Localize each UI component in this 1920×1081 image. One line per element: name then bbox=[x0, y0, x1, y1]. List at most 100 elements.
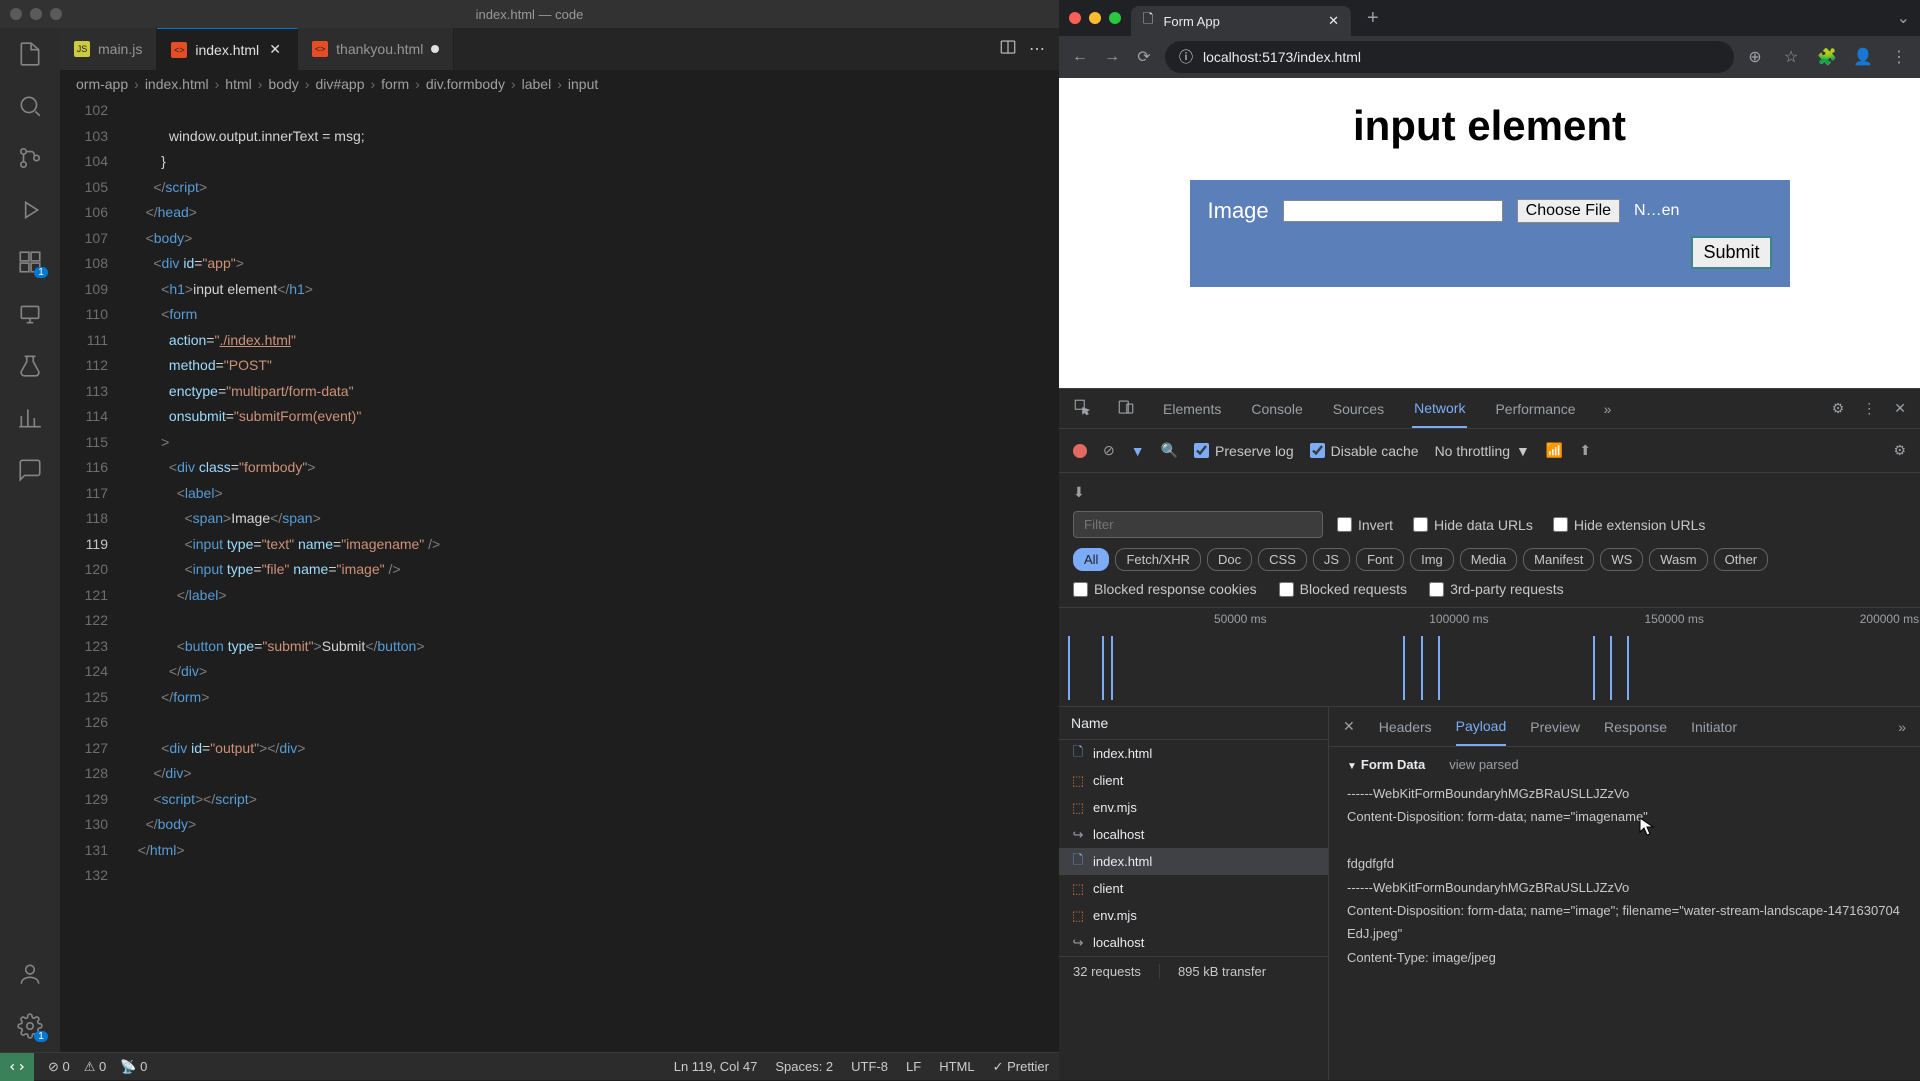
maximize-dot[interactable] bbox=[50, 8, 62, 20]
filter-pill-font[interactable]: Font bbox=[1356, 548, 1404, 571]
more-subtabs-icon[interactable]: » bbox=[1898, 719, 1906, 735]
breadcrumb-item[interactable]: div.formbody bbox=[426, 76, 505, 92]
block-check[interactable]: Blocked response cookies bbox=[1073, 581, 1257, 597]
filter-pill-media[interactable]: Media bbox=[1460, 548, 1517, 571]
graph-icon[interactable] bbox=[16, 404, 44, 432]
devtools-settings-icon[interactable]: ⚙ bbox=[1832, 400, 1845, 417]
export-icon[interactable]: ⬇ bbox=[1073, 484, 1085, 501]
breadcrumb-item[interactable]: label bbox=[522, 76, 552, 92]
encoding-status[interactable]: UTF-8 bbox=[851, 1059, 888, 1074]
maximize-button[interactable] bbox=[1109, 12, 1121, 24]
close-button[interactable] bbox=[1069, 12, 1081, 24]
network-settings-icon[interactable]: ⚙ bbox=[1893, 442, 1906, 459]
filter-check[interactable]: Hide data URLs bbox=[1413, 517, 1533, 533]
breadcrumb-item[interactable]: div#app bbox=[315, 76, 364, 92]
request-item[interactable]: 🗋index.html bbox=[1059, 848, 1328, 875]
tab-overflow-icon[interactable]: ⌄ bbox=[1897, 8, 1910, 28]
split-editor-icon[interactable] bbox=[999, 38, 1017, 61]
import-icon[interactable]: ⬆ bbox=[1579, 442, 1591, 459]
testing-icon[interactable] bbox=[16, 352, 44, 380]
devtools-tab-elements[interactable]: Elements bbox=[1161, 389, 1223, 428]
eol-status[interactable]: LF bbox=[906, 1059, 921, 1074]
back-button[interactable]: ← bbox=[1069, 46, 1091, 68]
ports-count[interactable]: 📡 0 bbox=[120, 1059, 147, 1075]
close-detail-icon[interactable]: ✕ bbox=[1343, 718, 1355, 735]
request-item[interactable]: ⬚env.mjs bbox=[1059, 902, 1328, 929]
breadcrumb[interactable]: orm-app›index.html›html›body›div#app›for… bbox=[60, 70, 1059, 98]
request-item[interactable]: ↪localhost bbox=[1059, 929, 1328, 956]
site-info-icon[interactable]: ⓘ bbox=[1179, 47, 1193, 67]
breadcrumb-item[interactable]: index.html bbox=[145, 76, 209, 92]
request-item[interactable]: ⬚client bbox=[1059, 875, 1328, 902]
explorer-icon[interactable] bbox=[16, 40, 44, 68]
code-content[interactable]: window.output.innerText = msg; } </scrip… bbox=[130, 98, 1059, 1052]
warnings-count[interactable]: ⚠ 0 bbox=[84, 1059, 107, 1075]
choose-file-button[interactable]: Choose File bbox=[1517, 199, 1620, 223]
close-tab-icon[interactable]: ✕ bbox=[1328, 13, 1339, 29]
editor-tab[interactable]: <>thankyou.html bbox=[298, 28, 454, 70]
subtab-response[interactable]: Response bbox=[1604, 707, 1667, 746]
prettier-status[interactable]: ✓ Prettier bbox=[993, 1059, 1049, 1075]
cursor-position[interactable]: Ln 119, Col 47 bbox=[674, 1059, 758, 1074]
subtab-payload[interactable]: Payload bbox=[1456, 707, 1507, 746]
filter-toggle-icon[interactable]: ▼ bbox=[1131, 443, 1145, 459]
filter-check[interactable]: Invert bbox=[1337, 517, 1393, 533]
account-icon[interactable] bbox=[16, 960, 44, 988]
indent-status[interactable]: Spaces: 2 bbox=[775, 1059, 833, 1074]
extensions-icon[interactable]: 🧩 bbox=[1816, 46, 1838, 68]
subtab-headers[interactable]: Headers bbox=[1379, 707, 1432, 746]
close-tab-icon[interactable]: ✕ bbox=[267, 42, 283, 58]
devtools-tab-sources[interactable]: Sources bbox=[1331, 389, 1386, 428]
code-editor[interactable]: 1021031041051061071081091101111121131141… bbox=[60, 98, 1059, 1052]
request-item[interactable]: ↪localhost bbox=[1059, 821, 1328, 848]
filter-pill-ws[interactable]: WS bbox=[1600, 548, 1643, 571]
source-control-icon[interactable] bbox=[16, 144, 44, 172]
subtab-initiator[interactable]: Initiator bbox=[1691, 707, 1737, 746]
block-check[interactable]: 3rd-party requests bbox=[1429, 581, 1564, 597]
profile-icon[interactable]: 👤 bbox=[1852, 46, 1874, 68]
breadcrumb-item[interactable]: orm-app bbox=[76, 76, 128, 92]
view-parsed-link[interactable]: view parsed bbox=[1449, 757, 1518, 772]
forward-button[interactable]: → bbox=[1101, 46, 1123, 68]
filter-pill-img[interactable]: Img bbox=[1410, 548, 1454, 571]
language-status[interactable]: HTML bbox=[939, 1059, 974, 1074]
extensions-icon[interactable]: 1 bbox=[16, 248, 44, 276]
minimize-button[interactable] bbox=[1089, 12, 1101, 24]
search-icon[interactable] bbox=[16, 92, 44, 120]
more-tabs-icon[interactable]: » bbox=[1604, 401, 1612, 417]
errors-count[interactable]: ⊘ 0 bbox=[48, 1059, 70, 1075]
devtools-close-icon[interactable]: ✕ bbox=[1894, 400, 1906, 417]
settings-icon[interactable]: 1 bbox=[16, 1012, 44, 1040]
devtools-tab-network[interactable]: Network bbox=[1412, 389, 1467, 428]
filter-pill-all[interactable]: All bbox=[1073, 548, 1109, 571]
filter-check[interactable]: Hide extension URLs bbox=[1553, 517, 1706, 533]
new-tab-button[interactable]: + bbox=[1361, 7, 1385, 30]
device-toggle-icon[interactable] bbox=[1117, 398, 1135, 419]
record-button[interactable] bbox=[1073, 444, 1087, 458]
breadcrumb-item[interactable]: body bbox=[268, 76, 298, 92]
request-item[interactable]: ⬚env.mjs bbox=[1059, 794, 1328, 821]
remote-indicator[interactable] bbox=[0, 1053, 34, 1081]
search-button[interactable]: 🔍 bbox=[1161, 442, 1178, 459]
browser-tab[interactable]: 🗋 Form App ✕ bbox=[1131, 6, 1351, 36]
filter-pill-css[interactable]: CSS bbox=[1258, 548, 1307, 571]
filter-pill-js[interactable]: JS bbox=[1313, 548, 1350, 571]
request-item[interactable]: ⬚client bbox=[1059, 767, 1328, 794]
submit-button[interactable]: Submit bbox=[1691, 236, 1771, 269]
filter-input[interactable] bbox=[1073, 511, 1323, 538]
preserve-log-check[interactable]: Preserve log bbox=[1194, 443, 1294, 459]
more-icon[interactable]: ⋯ bbox=[1029, 39, 1045, 59]
editor-tab[interactable]: <>index.html✕ bbox=[157, 28, 298, 70]
address-bar[interactable]: ⓘ localhost:5173/index.html bbox=[1165, 41, 1734, 73]
devtools-tab-performance[interactable]: Performance bbox=[1493, 389, 1577, 428]
throttling-select[interactable]: No throttling ▼ bbox=[1435, 443, 1530, 459]
breadcrumb-item[interactable]: form bbox=[381, 76, 409, 92]
close-dot[interactable] bbox=[10, 8, 22, 20]
bookmark-icon[interactable]: ☆ bbox=[1780, 46, 1802, 68]
filter-pill-other[interactable]: Other bbox=[1714, 548, 1769, 571]
waterfall-timeline[interactable]: 50000 ms100000 ms150000 ms200000 ms bbox=[1059, 607, 1920, 707]
menu-icon[interactable]: ⋮ bbox=[1888, 46, 1910, 68]
subtab-preview[interactable]: Preview bbox=[1530, 707, 1580, 746]
devtools-menu-icon[interactable]: ⋮ bbox=[1862, 400, 1876, 417]
editor-tab[interactable]: JSmain.js bbox=[60, 28, 157, 70]
